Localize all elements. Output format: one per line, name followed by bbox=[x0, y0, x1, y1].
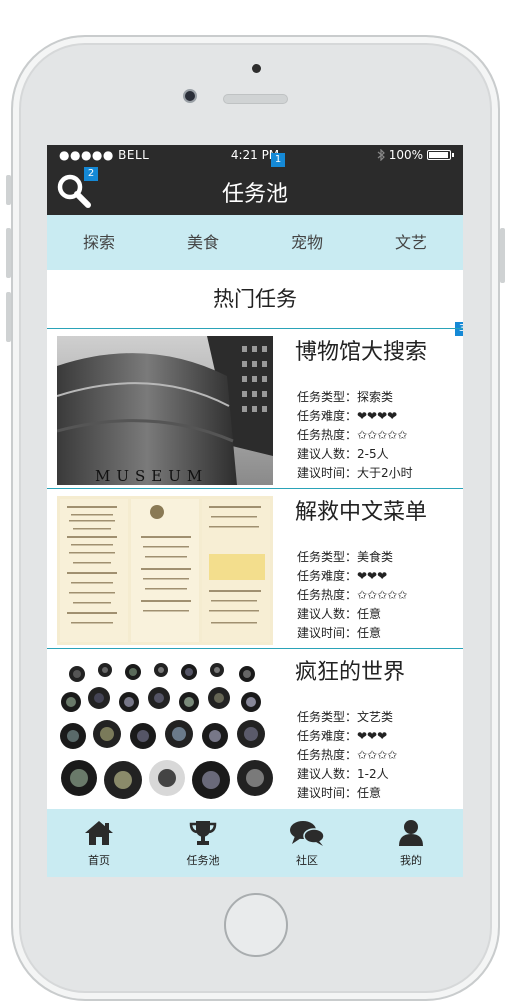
task-card[interactable]: 解救中文菜单 任务类型：美食类 任务难度：❤❤❤ 任务热度：✩✩✩✩✩ 建议人数… bbox=[47, 490, 463, 649]
task-time: 建议时间：任意 bbox=[297, 626, 382, 640]
task-people: 建议人数：2-5人 bbox=[297, 447, 389, 461]
category-bar: 探索 美食 宠物 文艺 bbox=[47, 215, 463, 270]
annotation-badge-2: 2 bbox=[84, 167, 98, 181]
home-button[interactable] bbox=[224, 893, 288, 957]
tab-community[interactable]: 社区 bbox=[255, 809, 359, 877]
annotation-badge-1: 1 bbox=[271, 153, 285, 167]
trophy-icon bbox=[189, 821, 217, 845]
tab-home[interactable]: 首页 bbox=[47, 809, 151, 877]
task-name: 解救中文菜单 bbox=[295, 500, 428, 525]
task-name: 疯狂的世界 bbox=[295, 660, 406, 685]
tab-bar: 首页 任务池 社区 我的 bbox=[47, 809, 463, 877]
category-pets[interactable]: 宠物 bbox=[255, 215, 359, 270]
home-icon bbox=[85, 821, 113, 845]
task-difficulty: 任务难度：❤❤❤❤ bbox=[297, 409, 398, 423]
battery-percent: 100% bbox=[388, 148, 423, 162]
mute-switch bbox=[6, 175, 11, 205]
task-card[interactable]: MUSEUM 博物馆大搜索 任务类型：探索类 任务难度：❤❤❤❤ 任务热度：✩✩… bbox=[47, 330, 463, 489]
task-heat: 任务热度：✩✩✩✩ bbox=[297, 748, 398, 762]
task-image-lenses bbox=[57, 656, 273, 805]
task-people: 建议人数：1-2人 bbox=[297, 767, 389, 781]
battery-icon bbox=[427, 150, 454, 160]
front-camera bbox=[183, 89, 197, 103]
user-icon bbox=[399, 820, 423, 846]
task-info: 任务类型：探索类 任务难度：❤❤❤❤ 任务热度：✩✩✩✩✩ 建议人数：2-5人 … bbox=[297, 388, 413, 483]
task-type: 任务类型：文艺类 bbox=[297, 710, 394, 724]
earpiece-speaker bbox=[223, 94, 288, 104]
status-bar: ●●●●● BELL 4:21 PM 100% bbox=[47, 145, 463, 165]
task-difficulty: 任务难度：❤❤❤ bbox=[297, 569, 388, 583]
proximity-sensor bbox=[252, 64, 261, 73]
category-art[interactable]: 文艺 bbox=[359, 215, 463, 270]
category-food[interactable]: 美食 bbox=[151, 215, 255, 270]
task-type: 任务类型：美食类 bbox=[297, 550, 394, 564]
task-info: 任务类型：美食类 任务难度：❤❤❤ 任务热度：✩✩✩✩✩ 建议人数：任意 建议时… bbox=[297, 548, 407, 643]
status-right: 100% bbox=[377, 148, 454, 162]
task-difficulty: 任务难度：❤❤❤ bbox=[297, 729, 388, 743]
section-title: 热门任务 bbox=[47, 270, 463, 329]
nav-bar: 任务池 bbox=[47, 165, 463, 215]
task-time: 建议时间：任意 bbox=[297, 786, 382, 800]
volume-down-button bbox=[6, 292, 11, 342]
tab-label: 首页 bbox=[88, 854, 110, 867]
page-title: 任务池 bbox=[221, 182, 288, 207]
category-explore[interactable]: 探索 bbox=[47, 215, 151, 270]
task-heat: 任务热度：✩✩✩✩✩ bbox=[297, 428, 408, 442]
bluetooth-icon bbox=[377, 149, 385, 161]
task-card[interactable]: 疯狂的世界 任务类型：文艺类 任务难度：❤❤❤ 任务热度：✩✩✩✩ 建议人数：1… bbox=[47, 650, 463, 809]
power-button bbox=[500, 228, 505, 283]
svg-text:MUSEUM: MUSEUM bbox=[95, 467, 208, 485]
task-name: 博物馆大搜索 bbox=[295, 340, 428, 365]
task-people: 建议人数：任意 bbox=[297, 607, 382, 621]
tab-profile[interactable]: 我的 bbox=[359, 809, 463, 877]
task-info: 任务类型：文艺类 任务难度：❤❤❤ 任务热度：✩✩✩✩ 建议人数：1-2人 建议… bbox=[297, 708, 397, 803]
task-type: 任务类型：探索类 bbox=[297, 390, 394, 404]
app-screen: ●●●●● BELL 4:21 PM 100% 任务池 1 2 3 探索 美食 … bbox=[47, 145, 463, 877]
tab-label: 我的 bbox=[400, 854, 422, 867]
task-image-museum: MUSEUM bbox=[57, 336, 273, 485]
chat-bubbles-icon bbox=[290, 821, 325, 846]
volume-up-button bbox=[6, 228, 11, 278]
tab-task-pool[interactable]: 任务池 bbox=[151, 809, 255, 877]
task-heat: 任务热度：✩✩✩✩✩ bbox=[297, 588, 408, 602]
task-image-menu bbox=[57, 496, 273, 645]
task-time: 建议时间：大于2小时 bbox=[297, 466, 413, 480]
tab-label: 任务池 bbox=[186, 854, 220, 867]
tab-label: 社区 bbox=[296, 854, 318, 867]
